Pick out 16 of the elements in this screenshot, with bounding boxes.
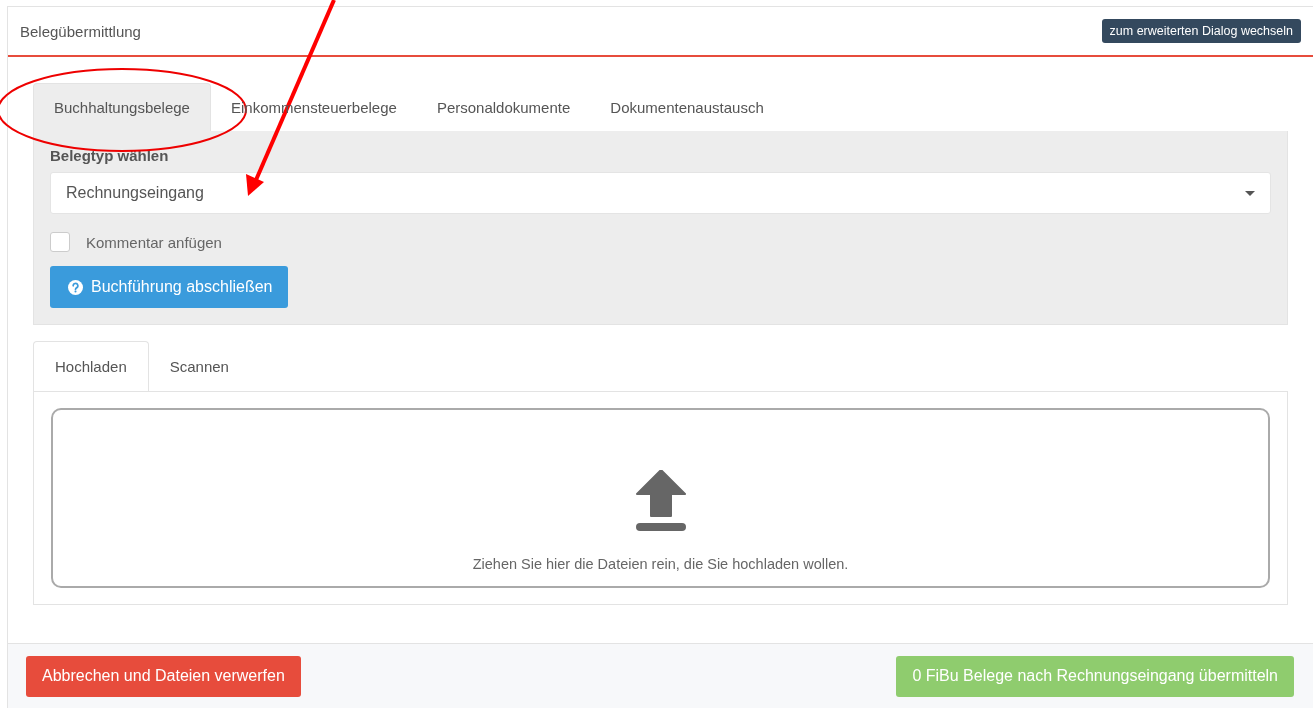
tab[interactable]: Buchhaltungsbelege (33, 83, 211, 131)
panel-title: Belegübermittlung (20, 22, 141, 40)
field-label: Belegtyp wählen (50, 147, 169, 164)
tab[interactable]: Hochladen (33, 341, 149, 391)
cancel-button[interactable]: Abbrechen und Dateien verwerfen (26, 655, 301, 697)
dropzone[interactable]: Ziehen Sie hier die Dateien rein, die Sie hochladen wollen. (51, 408, 1270, 588)
checkbox-label: Kommentar anfügen (86, 233, 222, 251)
tab[interactable]: Personaldokumente (416, 83, 591, 131)
caret-icon (1245, 190, 1255, 196)
checkbox[interactable] (50, 232, 70, 252)
dropzone-hint: Ziehen Sie hier die Dateien rein, die Sie hochladen wollen. (472, 556, 849, 572)
switch-dialog-button[interactable]: zum erweiterten Dialog wechseln (1101, 19, 1301, 43)
tab[interactable]: Dokumentenaustausch (590, 83, 784, 131)
type-select[interactable]: Rechnungseingang (50, 172, 1271, 214)
help-icon (68, 279, 83, 295)
upload-icon (634, 470, 687, 532)
